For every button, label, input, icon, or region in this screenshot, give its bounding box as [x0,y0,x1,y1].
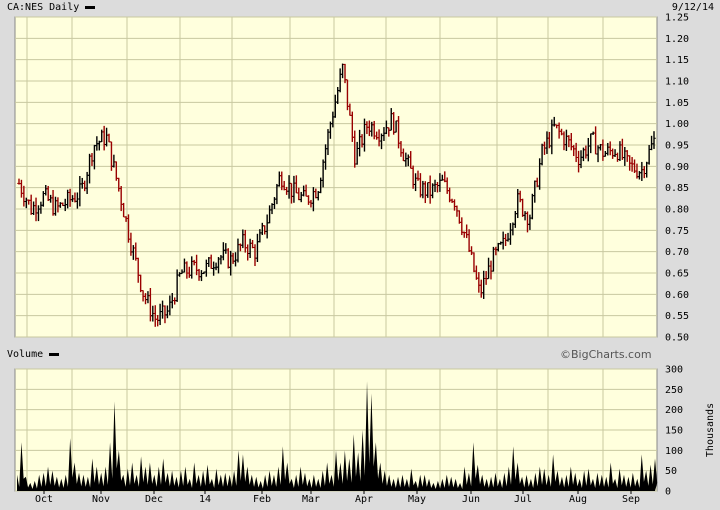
price-tick-label: 0.80 [665,205,689,216]
x-tick-label: Nov [92,494,110,505]
price-tick-label: 1.20 [665,34,689,45]
price-tick-label: 1.10 [665,77,689,88]
volume-tick-label: 150 [665,426,683,437]
price-tick-label: 1.25 [665,13,689,24]
x-tick-label: Mar [302,494,320,505]
volume-tick-label: 0 [665,487,671,498]
price-tick-label: 0.75 [665,226,689,237]
x-tick-label: Jun [462,494,480,505]
volume-tick-label: 50 [665,466,677,477]
price-tick-label: 0.90 [665,162,689,173]
x-tick-label: Feb [253,494,271,505]
x-tick-label: Jul [514,494,532,505]
x-tick-label: Sep [622,494,640,505]
volume-axis-label: Thousands [705,403,716,457]
price-tick-label: 0.70 [665,247,689,258]
price-tick-label: 1.15 [665,55,689,66]
x-tick-label: Dec [145,494,163,505]
x-tick-label: 14 [199,494,211,505]
price-tick-label: 1.00 [665,119,689,130]
price-tick-label: 0.60 [665,290,689,301]
volume-tick-label: 200 [665,405,683,416]
x-tick-label: Oct [35,494,53,505]
volume-tick-label: 100 [665,446,683,457]
price-tick-label: 0.85 [665,183,689,194]
price-panel [14,16,658,338]
price-tick-label: 0.65 [665,269,689,280]
x-tick-label: May [408,494,426,505]
volume-tick-label: 250 [665,385,683,396]
x-tick-label: Aug [569,494,587,505]
volume-tick-label: 300 [665,365,683,376]
price-tick-label: 0.55 [665,311,689,322]
price-tick-label: 1.05 [665,98,689,109]
chart-canvas: 1.25 1.20 1.15 1.10 1.05 1.00 0.95 0.90 0.85 0.80… [14,13,716,505]
x-tick-label: Apr [355,494,373,505]
price-tick-label: 0.95 [665,141,689,152]
price-tick-label: 0.50 [665,333,689,344]
